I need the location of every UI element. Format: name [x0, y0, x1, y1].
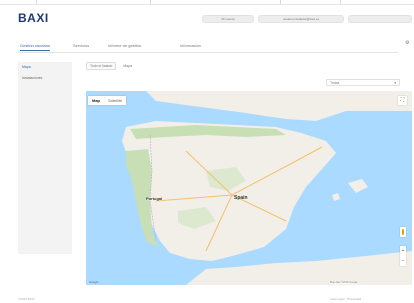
filter-select-value: Todas	[330, 81, 340, 85]
map-label-spain: Spain	[234, 195, 248, 201]
map-type-toggle: Map Satellite	[88, 96, 127, 105]
email-pill[interactable]: usuario.instalador@baxi.es	[258, 15, 344, 23]
tab-servicios[interactable]: Servicios	[73, 43, 89, 48]
footer-copyright: ©2018 BAXI	[18, 297, 35, 301]
filter-select[interactable]: Todas ▾	[326, 79, 400, 86]
sidebar-item-instalaciones[interactable]: Instalaciones	[22, 76, 42, 80]
google-logo: Google	[89, 280, 99, 284]
tab-informacion[interactable]: Información	[180, 43, 201, 48]
map-type-map-button[interactable]: Map	[88, 96, 104, 105]
map-canvas[interactable]	[86, 91, 412, 285]
settings-icon[interactable]: ⚙	[405, 40, 409, 46]
footer-links[interactable]: Aviso legal · Privacidad	[330, 297, 361, 301]
map-graphic	[86, 91, 412, 285]
zoom-control: + −	[400, 246, 406, 266]
map-label-portugal: Portugal	[146, 196, 163, 201]
tab-gestion-usuarios[interactable]: Gestión usuarios	[20, 43, 51, 51]
header-search-input[interactable]	[348, 15, 412, 23]
brand-logo[interactable]: BAXI	[18, 11, 49, 25]
top-strip	[0, 0, 414, 5]
sidebar-item-mapa[interactable]: Mapa	[22, 65, 31, 69]
breadcrumb-item-listado[interactable]: Todo el listado	[86, 62, 117, 70]
tab-informe-gestion[interactable]: Informe de gestión	[108, 43, 141, 48]
sidebar: Mapa Instalaciones	[18, 62, 72, 254]
map-attribution: Map data ©2018 Google	[330, 281, 358, 284]
breadcrumb-item-mapa: Mapa	[123, 64, 133, 68]
zoom-in-button[interactable]: +	[400, 246, 406, 256]
fullscreen-icon[interactable]: ⛶	[398, 96, 407, 105]
account-pill[interactable]: Mi cuenta	[202, 15, 254, 23]
chevron-down-icon: ▾	[394, 81, 396, 85]
map-type-satellite-button[interactable]: Satellite	[104, 96, 126, 105]
breadcrumb: Todo el listado Mapa	[86, 62, 138, 70]
zoom-out-button[interactable]: −	[400, 256, 406, 266]
street-view-pegman-icon[interactable]	[400, 227, 406, 237]
main-tabs: Gestión usuarios Servicios Informe de ge…	[18, 40, 398, 53]
